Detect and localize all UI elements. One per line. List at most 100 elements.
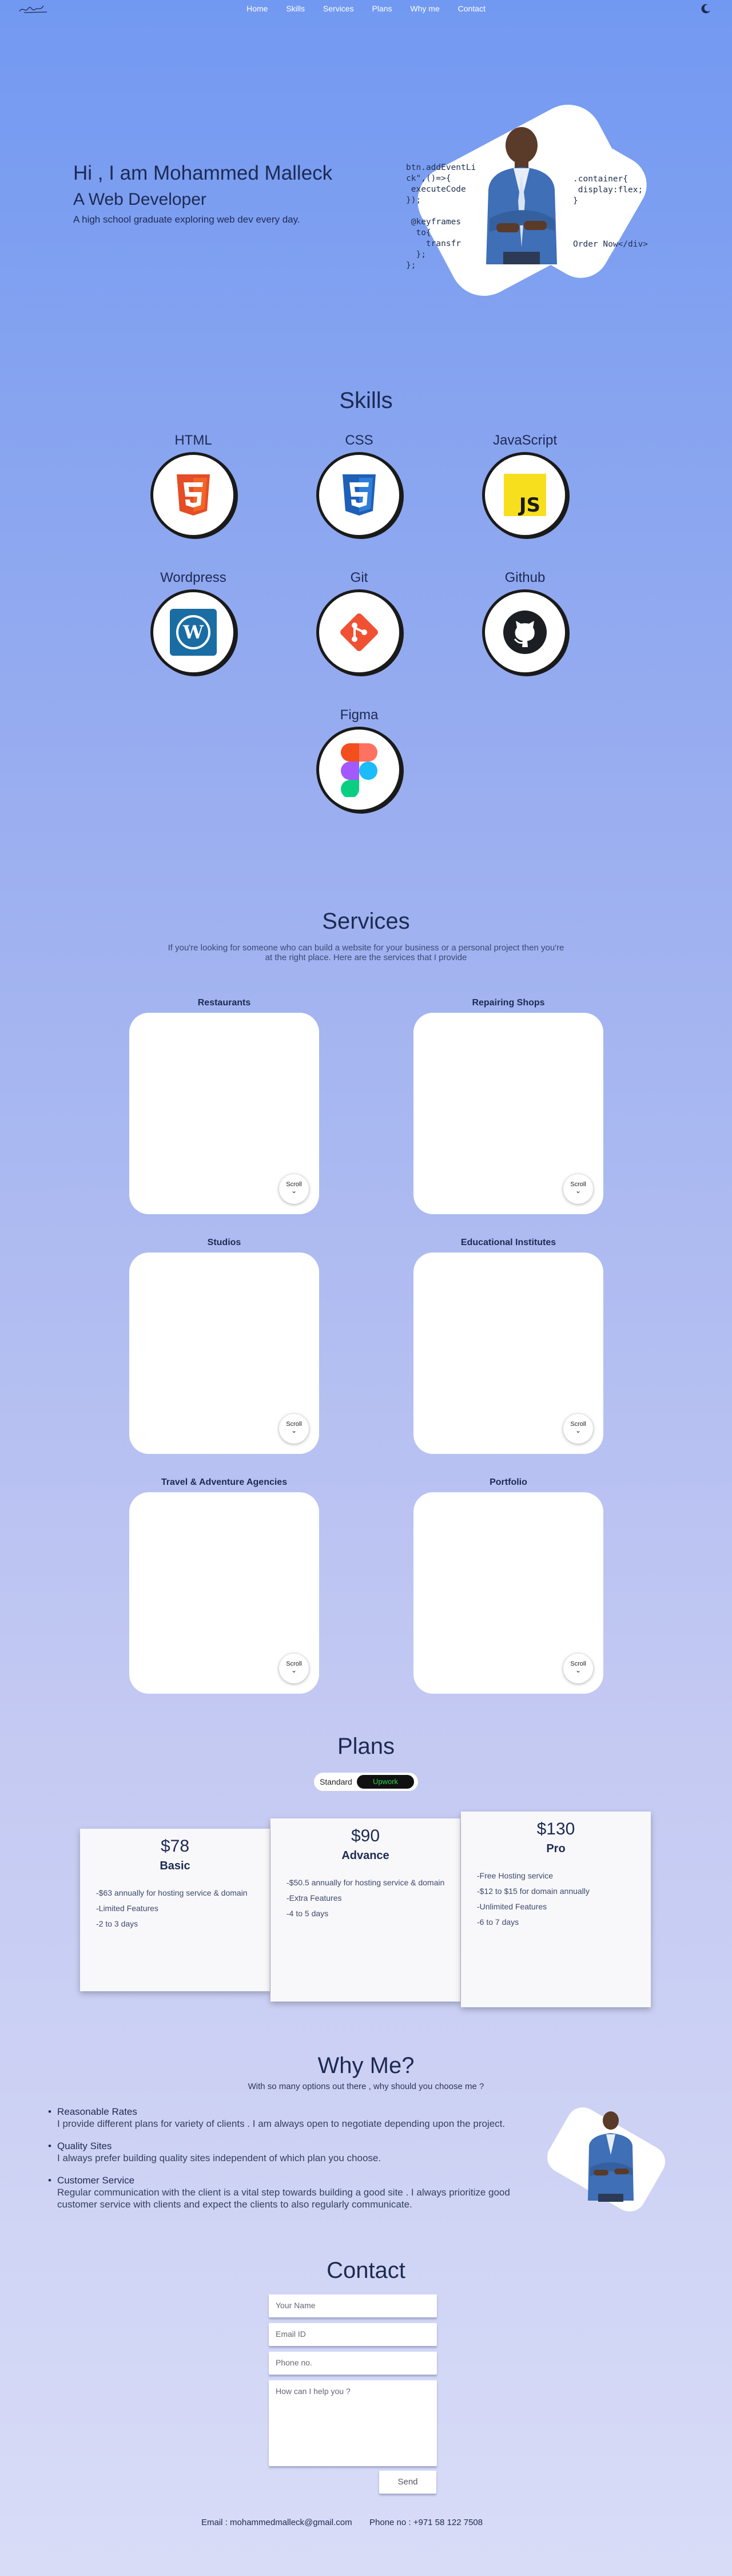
- service-studios: Studios Scroll ⌄: [129, 1238, 319, 1454]
- contact-email-info[interactable]: Email : mohammedmalleck@gmail.com: [201, 2518, 352, 2527]
- svg-text:JS: JS: [518, 494, 540, 516]
- why-point-heading: Reasonable Rates: [57, 2106, 532, 2118]
- service-title: Studios: [207, 1238, 241, 1247]
- why-point-heading: Customer Service: [57, 2174, 532, 2186]
- skill-label: Figma: [340, 707, 379, 723]
- service-title: Portfolio: [490, 1477, 527, 1487]
- service-card[interactable]: Scroll ⌄: [413, 1253, 603, 1454]
- plan-name: Pro: [546, 1842, 566, 1855]
- scroll-button[interactable]: Scroll ⌄: [279, 1654, 309, 1683]
- toggle-upwork-label[interactable]: Upwork: [357, 1775, 414, 1789]
- service-title: Restaurants: [197, 998, 251, 1008]
- skill-git: Git: [313, 570, 405, 675]
- chevron-down-icon: ⌄: [575, 1187, 582, 1195]
- service-card[interactable]: Scroll ⌄: [129, 1492, 319, 1694]
- svg-text:W: W: [182, 621, 204, 643]
- skill-badge: W: [150, 589, 236, 675]
- plan-price: $130: [536, 1820, 575, 1838]
- plan-card-advance[interactable]: $90 Advance -$50.5 annually for hosting …: [270, 1818, 460, 2002]
- wordpress-icon: W: [170, 609, 217, 656]
- service-educational-institutes: Educational Institutes Scroll ⌄: [413, 1238, 603, 1454]
- scroll-button[interactable]: Scroll ⌄: [279, 1174, 309, 1204]
- plan-name: Advance: [341, 1849, 389, 1862]
- skill-label: Wordpress: [160, 570, 226, 585]
- skill-badge: [316, 589, 402, 675]
- plan-feature: -4 to 5 days: [287, 1909, 329, 1918]
- why-illustration: [532, 2103, 686, 2212]
- scroll-button[interactable]: Scroll ⌄: [279, 1414, 309, 1444]
- skill-label: Github: [504, 570, 546, 585]
- plan-feature: -Limited Features: [96, 1904, 158, 1913]
- nav-link-why-me[interactable]: Why me: [410, 4, 439, 13]
- developer-portrait: [486, 127, 557, 264]
- name-input[interactable]: Your Name: [269, 2294, 437, 2317]
- plan-card-pro[interactable]: $130 Pro -Free Hosting service -$12 to $…: [461, 1812, 651, 2007]
- plan-feature: -Free Hosting service: [477, 1871, 554, 1880]
- services-intro-line2: at the right place. Here are the service…: [265, 953, 467, 962]
- hero-role: A Web Developer: [73, 190, 206, 209]
- phone-input[interactable]: Phone no.: [269, 2352, 437, 2375]
- nav-link-services[interactable]: Services: [323, 4, 354, 13]
- why-point-text: Regular communication with the client is…: [57, 2187, 510, 2210]
- contact-title: Contact: [327, 2258, 405, 2283]
- plan-feature: -$12 to $15 for domain annually: [477, 1887, 590, 1896]
- skill-label: CSS: [345, 433, 373, 448]
- nav-link-contact[interactable]: Contact: [458, 4, 486, 13]
- send-button[interactable]: Send: [379, 2471, 436, 2494]
- why-point-service: Customer Service Regular communication w…: [57, 2174, 532, 2210]
- why-point-heading: Quality Sites: [57, 2140, 532, 2152]
- scroll-button[interactable]: Scroll ⌄: [563, 1414, 593, 1444]
- skill-badge: [316, 452, 402, 538]
- plan-source-toggle[interactable]: Standard Upwork: [314, 1773, 418, 1791]
- plan-feature: -6 to 7 days: [477, 1917, 519, 1927]
- plan-feature: -Extra Features: [287, 1893, 342, 1903]
- service-card[interactable]: Scroll ⌄: [413, 1013, 603, 1214]
- skill-label: JavaScript: [492, 433, 558, 448]
- nav-link-plans[interactable]: Plans: [372, 4, 392, 13]
- plan-name: Basic: [160, 1860, 190, 1872]
- nav-link-home[interactable]: Home: [246, 4, 268, 13]
- plan-card-basic[interactable]: $78 Basic -$63 annually for hosting serv…: [80, 1829, 270, 1991]
- plan-features: -Free Hosting service -$12 to $15 for do…: [477, 1868, 651, 1930]
- service-card[interactable]: Scroll ⌄: [413, 1492, 603, 1694]
- skill-figma: Figma: [313, 707, 405, 813]
- chevron-down-icon: ⌄: [291, 1666, 297, 1674]
- plan-price: $90: [351, 1826, 380, 1845]
- skill-badge: [482, 589, 568, 675]
- message-textarea[interactable]: How can I help you ?: [269, 2380, 437, 2466]
- contact-phone-info[interactable]: Phone no : +971 58 122 7508: [369, 2518, 483, 2527]
- services-intro-line1: If you're looking for someone who can bu…: [168, 943, 564, 953]
- plan-feature: -Unlimited Features: [477, 1902, 547, 1911]
- services-title: Services: [322, 909, 410, 934]
- plan-feature: -$63 annually for hosting service & doma…: [96, 1888, 248, 1897]
- scroll-button[interactable]: Scroll ⌄: [563, 1174, 593, 1204]
- dark-mode-moon-icon[interactable]: [701, 3, 711, 14]
- why-portrait: [547, 2107, 666, 2212]
- nav-link-skills[interactable]: Skills: [286, 4, 305, 13]
- scroll-button[interactable]: Scroll ⌄: [563, 1654, 593, 1683]
- service-portfolio: Portfolio Scroll ⌄: [413, 1477, 603, 1694]
- email-input[interactable]: Email ID: [269, 2323, 437, 2346]
- why-point-quality: Quality Sites I always prefer building q…: [57, 2140, 532, 2164]
- skill-html: HTML: [148, 433, 239, 538]
- top-nav: Home Skills Services Plans Why me Contac…: [0, 0, 732, 17]
- service-title: Repairing Shops: [472, 998, 545, 1008]
- toggle-standard-label[interactable]: Standard: [320, 1777, 352, 1786]
- why-point-rates: Reasonable Rates I provide different pla…: [57, 2106, 532, 2130]
- service-travel-agencies: Travel & Adventure Agencies Scroll ⌄: [129, 1477, 319, 1694]
- service-restaurants: Restaurants Scroll ⌄: [129, 998, 319, 1214]
- code-snippet-left: btn.addEventLi ck",()=>{ executeCode });…: [406, 163, 476, 270]
- skill-wordpress: Wordpress W: [148, 570, 239, 675]
- skill-badge: [150, 452, 236, 538]
- service-card[interactable]: Scroll ⌄: [129, 1013, 319, 1214]
- service-card[interactable]: Scroll ⌄: [129, 1253, 319, 1454]
- skill-badge: [316, 727, 402, 813]
- skill-javascript: JavaScript JS: [479, 433, 571, 538]
- chevron-down-icon: ⌄: [291, 1187, 297, 1195]
- css3-icon: [343, 474, 376, 516]
- skill-label: HTML: [174, 433, 212, 448]
- html5-icon: [177, 474, 210, 516]
- skill-css: CSS: [313, 433, 405, 538]
- figma-icon: [341, 743, 377, 797]
- plan-features: -$63 annually for hosting service & doma…: [96, 1885, 270, 1932]
